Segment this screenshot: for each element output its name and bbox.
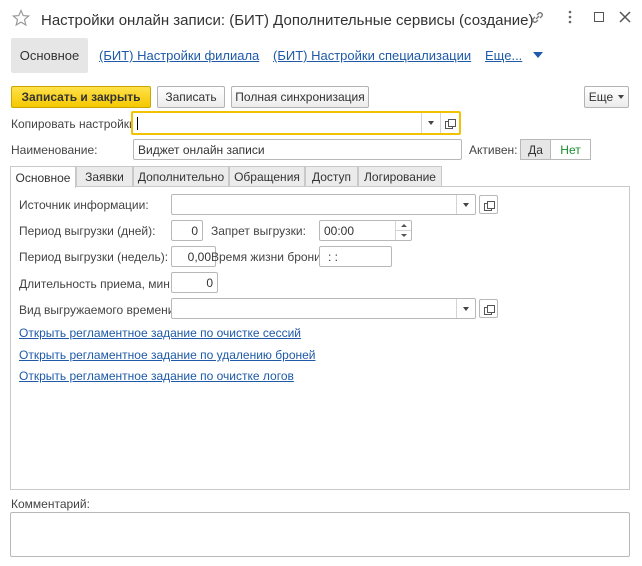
dropdown-icon bbox=[463, 202, 469, 207]
nav-link-specialization-settings[interactable]: (БИТ) Настройки специализации bbox=[273, 48, 471, 63]
time-kind-label: Вид выгружаемого времени: bbox=[19, 303, 178, 317]
duration-value: 0 bbox=[206, 275, 213, 290]
name-label: Наименование: bbox=[11, 143, 98, 157]
duration-field[interactable]: 0 bbox=[171, 272, 218, 293]
time-kind-open-button[interactable] bbox=[479, 299, 498, 318]
period-weeks-value: 0,00 bbox=[187, 249, 211, 264]
ban-time-field[interactable]: 00:00 bbox=[319, 220, 412, 241]
period-days-value: 0 bbox=[191, 223, 198, 238]
booking-ttl-value: : : bbox=[328, 249, 339, 264]
open-icon bbox=[483, 200, 495, 211]
more-actions-icon[interactable] bbox=[561, 8, 579, 26]
spin-up-icon[interactable] bbox=[396, 221, 411, 231]
nav-more-caret-icon[interactable] bbox=[533, 52, 543, 58]
duration-label: Длительность приема, мин.: bbox=[19, 277, 177, 291]
close-icon[interactable] bbox=[616, 8, 634, 26]
period-weeks-label: Период выгрузки (недель): bbox=[19, 250, 169, 264]
link-clear-logs[interactable]: Открыть регламентное задание по очистке … bbox=[19, 369, 294, 383]
nav-more-link[interactable]: Еще... bbox=[485, 48, 522, 63]
ban-time-spinner[interactable] bbox=[395, 221, 411, 240]
tab-logging[interactable]: Логирование bbox=[358, 166, 442, 187]
ban-label: Запрет выгрузки: bbox=[211, 224, 306, 238]
source-field[interactable] bbox=[171, 194, 476, 215]
tab-requests[interactable]: Заявки bbox=[76, 166, 133, 187]
name-field[interactable]: Виджет онлайн записи bbox=[133, 139, 462, 160]
active-label: Активен: bbox=[469, 143, 518, 157]
tab-access[interactable]: Доступ bbox=[305, 166, 358, 187]
save-button[interactable]: Записать bbox=[157, 86, 225, 108]
full-sync-button[interactable]: Полная синхронизация bbox=[231, 86, 369, 108]
tab-additional[interactable]: Дополнительно bbox=[133, 166, 229, 187]
dropdown-icon bbox=[463, 306, 469, 311]
nav-main[interactable]: Основное bbox=[11, 38, 88, 73]
time-kind-field[interactable] bbox=[171, 298, 476, 319]
dropdown-icon bbox=[428, 121, 434, 125]
text-cursor bbox=[137, 116, 138, 130]
link-icon[interactable] bbox=[528, 8, 546, 26]
active-yes-toggle[interactable]: Да bbox=[520, 139, 551, 160]
comment-textarea[interactable] bbox=[10, 512, 630, 557]
copy-settings-label: Копировать настройки: bbox=[11, 117, 140, 131]
period-weeks-field[interactable]: 0,00 bbox=[171, 246, 216, 267]
comment-label: Комментарий: bbox=[11, 497, 90, 511]
spin-down-icon[interactable] bbox=[396, 231, 411, 240]
open-icon bbox=[445, 119, 456, 129]
name-value: Виджет онлайн записи bbox=[138, 142, 265, 157]
nav-link-branch-settings[interactable]: (БИТ) Настройки филиала bbox=[99, 48, 259, 63]
source-open-button[interactable] bbox=[479, 195, 498, 214]
copy-settings-open-button[interactable] bbox=[440, 113, 459, 133]
copy-settings-dropdown-button[interactable] bbox=[421, 113, 440, 133]
copy-settings-field[interactable] bbox=[131, 111, 461, 135]
more-button[interactable]: Еще bbox=[584, 86, 629, 108]
chevron-down-icon bbox=[618, 95, 625, 99]
period-days-label: Период выгрузки (дней): bbox=[19, 224, 156, 238]
open-icon bbox=[483, 304, 495, 315]
maximize-icon[interactable] bbox=[590, 8, 608, 26]
tab-appeals[interactable]: Обращения bbox=[229, 166, 305, 187]
source-label: Источник информации: bbox=[19, 198, 149, 212]
ban-time-value: 00:00 bbox=[324, 223, 355, 238]
active-no-toggle[interactable]: Нет bbox=[551, 139, 591, 160]
save-and-close-button[interactable]: Записать и закрыть bbox=[11, 86, 151, 108]
link-clear-sessions[interactable]: Открыть регламентное задание по очистке … bbox=[19, 326, 301, 340]
window-title: Настройки онлайн записи: (БИТ) Дополните… bbox=[41, 12, 534, 29]
more-button-label: Еще bbox=[588, 90, 614, 104]
source-dropdown-button[interactable] bbox=[456, 195, 475, 214]
favorite-star-icon[interactable] bbox=[12, 9, 30, 27]
period-days-field[interactable]: 0 bbox=[171, 220, 203, 241]
booking-ttl-field[interactable]: : : bbox=[319, 246, 392, 267]
booking-ttl-label: Время жизни брони: bbox=[211, 250, 325, 264]
link-delete-bookings[interactable]: Открыть регламентное задание по удалению… bbox=[19, 348, 316, 362]
time-kind-dropdown-button[interactable] bbox=[456, 299, 475, 318]
tab-main[interactable]: Основное bbox=[10, 166, 76, 188]
